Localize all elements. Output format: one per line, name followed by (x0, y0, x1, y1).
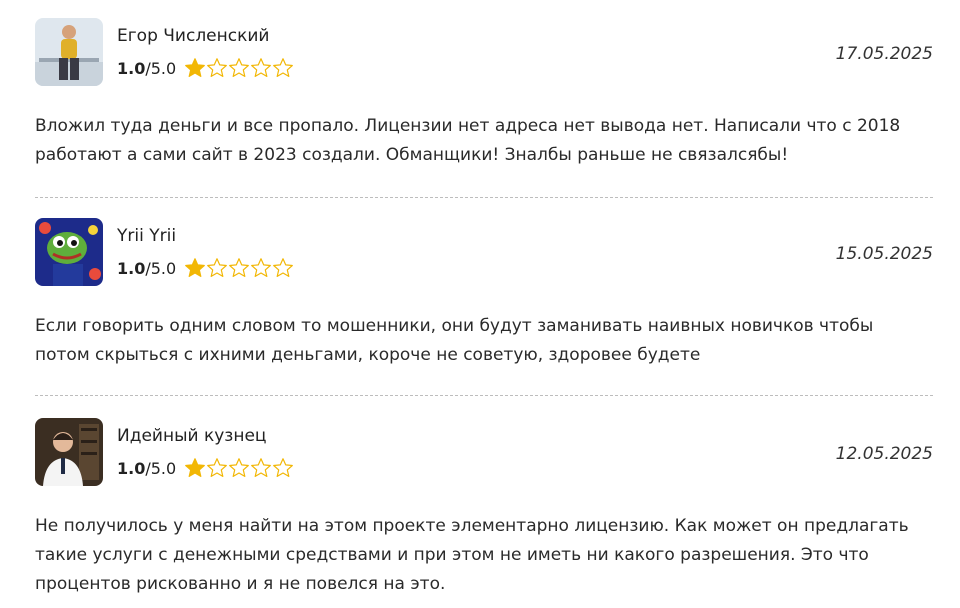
star-filled-icon (185, 458, 206, 477)
star-empty-icon (207, 458, 228, 477)
frog-avatar-icon (35, 218, 103, 286)
star-empty-icon (229, 458, 250, 477)
rating: 1.0/5.0 (117, 256, 294, 280)
author-name[interactable]: Егор Численский (117, 26, 269, 46)
user-photo-icon (35, 418, 103, 486)
avatar[interactable] (35, 218, 103, 286)
review-text: Не получилось у меня найти на этом проек… (35, 516, 909, 594)
rating-score: 1.0/5.0 (117, 258, 177, 278)
review-date: 15.05.2025 (835, 244, 933, 264)
rating: 1.0/5.0 (117, 56, 294, 80)
star-empty-icon (273, 458, 294, 477)
review-date: 12.05.2025 (835, 444, 933, 464)
rating-stars (184, 57, 294, 79)
avatar[interactable] (35, 418, 103, 486)
star-empty-icon (251, 58, 272, 77)
rating-score: 1.0/5.0 (117, 458, 177, 478)
star-empty-icon (207, 58, 228, 77)
star-empty-icon (207, 258, 228, 277)
star-empty-icon (229, 58, 250, 77)
star-empty-icon (251, 458, 272, 477)
star-empty-icon (229, 258, 250, 277)
star-empty-icon (273, 258, 294, 277)
review-date: 17.05.2025 (835, 44, 933, 64)
star-filled-icon (185, 258, 206, 277)
rating: 1.0/5.0 (117, 456, 294, 480)
star-empty-icon (273, 58, 294, 77)
author-name[interactable]: Идейный кузнец (117, 426, 266, 446)
divider (35, 197, 933, 198)
author-name[interactable]: Yrii Yrii (117, 226, 176, 246)
star-filled-icon (185, 58, 206, 77)
rating-stars (184, 457, 294, 479)
review-text: Вложил туда деньги и все пропало. Лиценз… (35, 116, 901, 165)
divider (35, 395, 933, 396)
review-text: Если говорить одним словом то мошенники,… (35, 316, 874, 365)
avatar[interactable] (35, 18, 103, 86)
rating-score: 1.0/5.0 (117, 58, 177, 78)
user-photo-icon (35, 18, 103, 86)
star-empty-icon (251, 258, 272, 277)
rating-stars (184, 257, 294, 279)
